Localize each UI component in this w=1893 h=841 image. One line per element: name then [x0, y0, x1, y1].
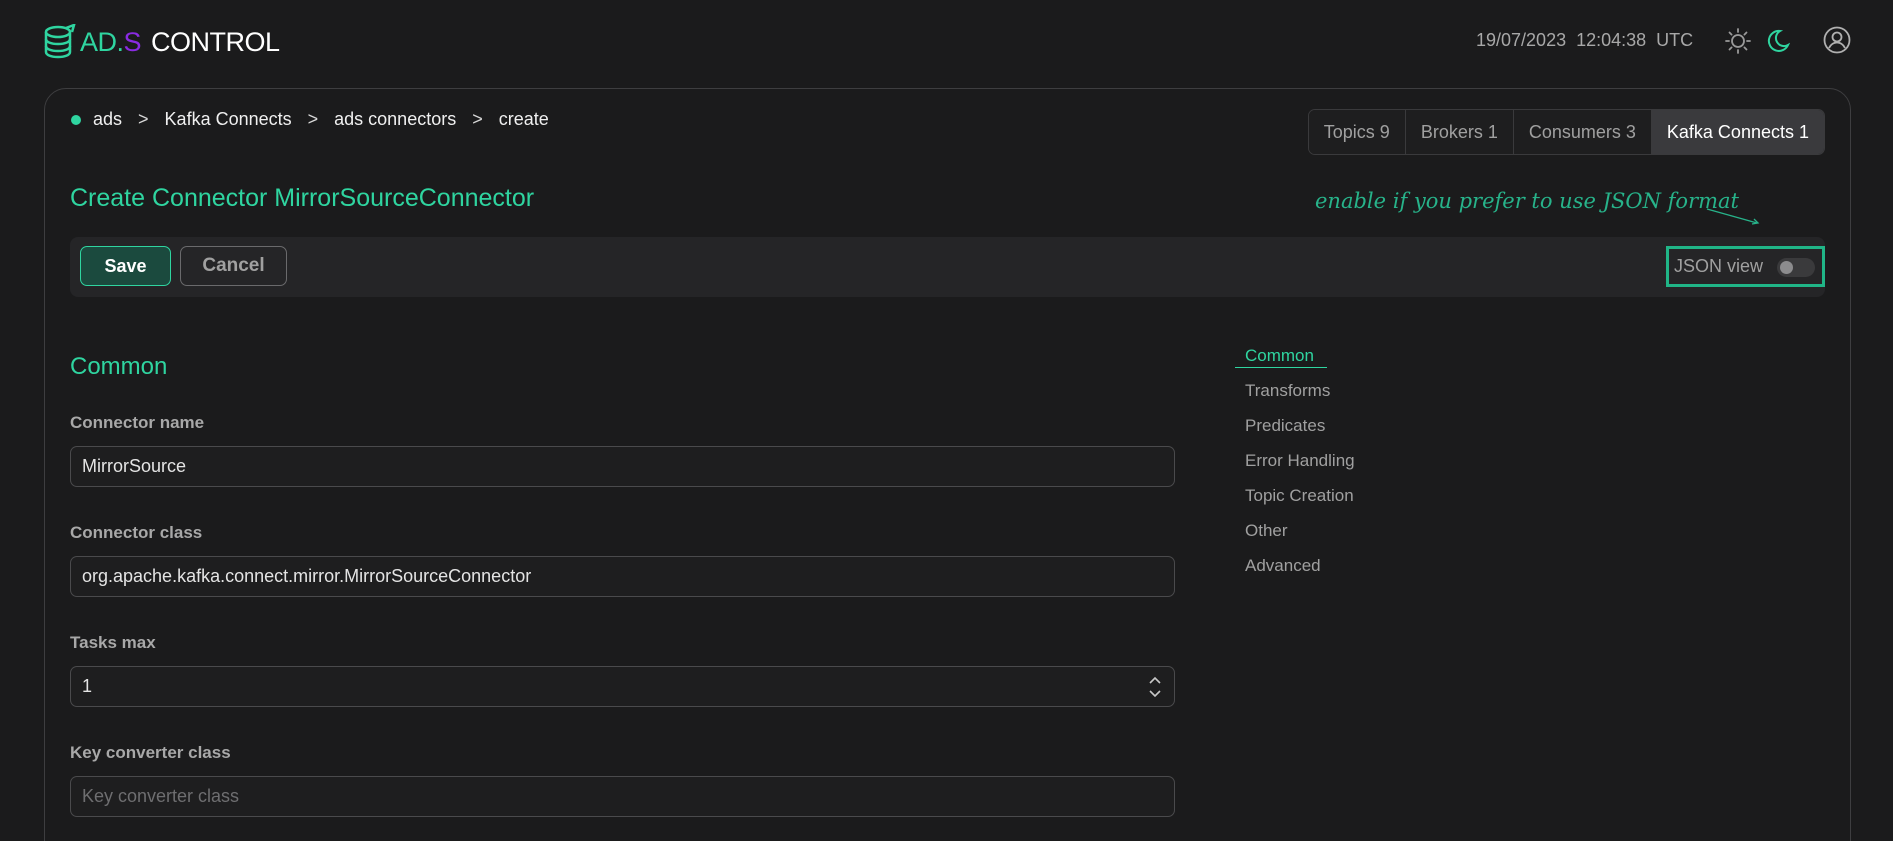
cancel-button[interactable]: Cancel [180, 246, 287, 286]
breadcrumb-item-cluster[interactable]: ads [93, 109, 122, 130]
main-panel: ads > Kafka Connects > ads connectors > … [44, 88, 1851, 841]
breadcrumb-separator: > [307, 109, 319, 129]
hint-arrow-icon [1706, 208, 1760, 225]
tab-kafka-connects[interactable]: Kafka Connects 1 [1651, 110, 1824, 154]
tab-consumers[interactable]: Consumers 3 [1513, 110, 1652, 154]
section-nav-transforms[interactable]: Transforms [1235, 380, 1355, 415]
key-converter-class-label: Key converter class [70, 743, 231, 762]
section-nav-error-handling[interactable]: Error Handling [1235, 450, 1355, 485]
sun-icon[interactable] [1725, 28, 1751, 54]
clock-date: 19/07/2023 [1476, 30, 1567, 50]
breadcrumb-item-create: create [498, 109, 549, 129]
section-nav-common[interactable]: Common [1235, 345, 1355, 380]
connector-class-label: Connector class [70, 523, 203, 542]
section-nav-other[interactable]: Other [1235, 520, 1355, 555]
toggle-knob [1780, 261, 1793, 274]
brand-ad: AD [80, 26, 117, 57]
section-nav-predicates[interactable]: Predicates [1235, 415, 1355, 450]
connector-name-label: Connector name [70, 413, 205, 432]
json-view-label: JSON view [1674, 256, 1764, 276]
moon-icon[interactable] [1764, 28, 1790, 54]
clock-time: 12:04:38 [1576, 30, 1647, 50]
json-view-control[interactable]: JSON view [1666, 246, 1825, 287]
section-nav-topic-creation[interactable]: Topic Creation [1235, 485, 1355, 520]
section-nav: Common Transforms Predicates Error Handl… [1235, 345, 1355, 590]
active-underline [1235, 367, 1327, 368]
page-title: Create Connector MirrorSourceConnector [70, 184, 535, 212]
brand-control: CONTROL [151, 26, 280, 57]
breadcrumb-item-connectors[interactable]: ads connectors [334, 109, 456, 130]
json-hint-annotation: enable if you prefer to use JSON format [1315, 189, 1739, 213]
tasks-max-label: Tasks max [70, 633, 156, 652]
breadcrumb-separator: > [138, 109, 149, 129]
user-icon[interactable] [1823, 26, 1851, 54]
tab-topics[interactable]: Topics 9 [1308, 110, 1406, 154]
section-title: Common [70, 353, 168, 380]
save-button[interactable]: Save [80, 246, 171, 286]
clock: 19/07/2023 12:04:38 UTC [1476, 30, 1693, 51]
form-toolbar: Save Cancel JSON view [70, 237, 1825, 297]
json-view-toggle[interactable] [1777, 258, 1815, 277]
section-nav-advanced[interactable]: Advanced [1235, 555, 1355, 590]
connector-name-input[interactable]: MirrorSource [70, 446, 1175, 487]
clock-timezone: UTC [1656, 30, 1694, 50]
breadcrumb-separator: > [472, 109, 483, 129]
logo-icon [44, 24, 76, 59]
tasks-max-input[interactable]: 1 [70, 666, 1175, 707]
tasks-max-value: 1 [82, 676, 93, 696]
key-converter-class-input[interactable]: Key converter class [70, 776, 1175, 817]
breadcrumb: ads > Kafka Connects > ads connectors > … [71, 109, 549, 130]
stepper-icon[interactable] [1147, 673, 1163, 701]
brand-logo[interactable]: AD. S CONTROL [44, 22, 280, 62]
brand-s: S [123, 26, 142, 57]
cluster-tabs: Topics 9 Brokers 1 Consumers 3 Kafka Con… [1307, 109, 1825, 155]
brand-dot: . [116, 26, 125, 57]
status-dot [71, 114, 81, 125]
tab-brokers[interactable]: Brokers 1 [1405, 110, 1514, 154]
breadcrumb-item-kafka-connects[interactable]: Kafka Connects [165, 109, 292, 130]
connector-class-input[interactable]: org.apache.kafka.connect.mirror.MirrorSo… [70, 556, 1175, 597]
